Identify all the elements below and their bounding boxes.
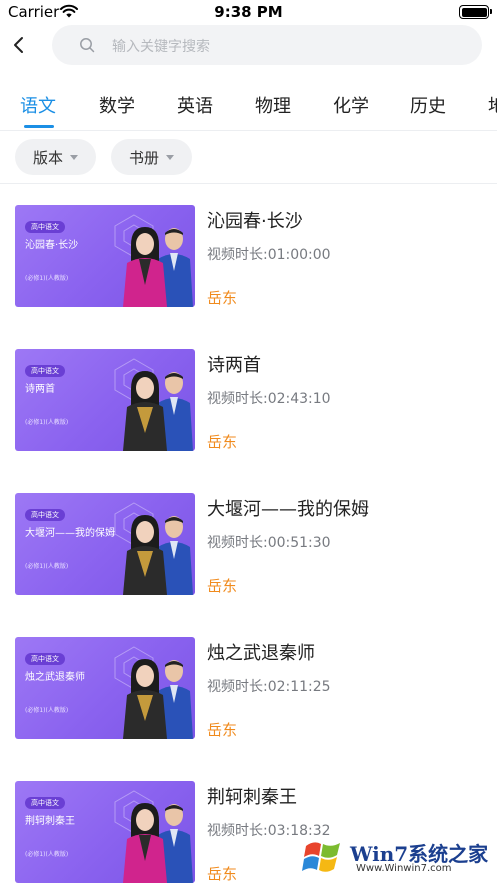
- tab-history[interactable]: 历史: [410, 92, 446, 118]
- course-duration: 视频时长:02:11:25: [207, 679, 331, 695]
- course-item[interactable]: 高中语文 烛之武退秦师 (必修1)(人教版) 烛之武退秦师 视频时长:02:11…: [0, 616, 497, 760]
- teacher-figure: [123, 371, 167, 451]
- windows-logo-icon: [302, 842, 340, 872]
- tab-physics[interactable]: 物理: [255, 92, 291, 118]
- course-duration: 视频时长:01:00:00: [207, 247, 331, 263]
- thumb-badge: 高中语文: [25, 221, 65, 233]
- course-thumbnail: 高中语文 大堰河——我的保姆 (必修1)(人教版): [15, 493, 195, 595]
- course-duration: 视频时长:02:43:10: [207, 391, 331, 407]
- edition-filter-button[interactable]: 版本: [15, 139, 96, 175]
- edition-filter-label: 版本: [32, 148, 63, 167]
- course-title: 烛之武退秦师: [207, 643, 315, 664]
- thumb-title: 烛之武退秦师: [25, 672, 85, 683]
- course-thumbnail: 高中语文 沁园春·长沙 (必修1)(人教版): [15, 205, 195, 307]
- course-title: 沁园春·长沙: [207, 211, 303, 232]
- teacher-figure: [123, 803, 167, 883]
- tab-chemistry[interactable]: 化学: [333, 92, 369, 118]
- thumb-title: 诗两首: [25, 384, 55, 395]
- thumb-subtitle: (必修1)(人教版): [25, 851, 69, 858]
- caret-down-icon: [70, 154, 78, 160]
- thumb-subtitle: (必修1)(人教版): [25, 419, 69, 426]
- back-button[interactable]: [8, 34, 30, 56]
- status-bar: Carrier 9:38 PM: [0, 0, 497, 26]
- active-tab-indicator: [24, 125, 54, 128]
- course-thumbnail: 高中语文 荆轲刺秦王 (必修1)(人教版): [15, 781, 195, 883]
- tab-english[interactable]: 英语: [177, 92, 213, 118]
- course-thumbnail: 高中语文 烛之武退秦师 (必修1)(人教版): [15, 637, 195, 739]
- course-item[interactable]: 高中语文 诗两首 (必修1)(人教版) 诗两首 视频时长:02:43:10 岳东: [0, 328, 497, 472]
- tab-geography[interactable]: 地: [488, 92, 497, 118]
- battery-icon: [459, 5, 492, 19]
- tab-math[interactable]: 数学: [99, 92, 135, 118]
- thumb-badge: 高中语文: [25, 653, 65, 665]
- watermark-url: Www.Winwin7.com: [356, 863, 452, 874]
- clock: 9:38 PM: [214, 3, 283, 21]
- thumb-title: 荆轲刺秦王: [25, 816, 75, 827]
- tab-chinese[interactable]: 语文: [20, 92, 56, 118]
- thumb-subtitle: (必修1)(人教版): [25, 275, 69, 282]
- course-teacher: 岳东: [207, 721, 238, 739]
- thumb-subtitle: (必修1)(人教版): [25, 707, 69, 714]
- teacher-figure: [123, 515, 167, 595]
- course-duration: 视频时长:00:51:30: [207, 535, 331, 551]
- course-item[interactable]: 高中语文 沁园春·长沙 (必修1)(人教版) 沁园春·长沙 视频时长:01:00…: [0, 184, 497, 328]
- caret-down-icon: [166, 154, 174, 160]
- course-teacher: 岳东: [207, 433, 238, 451]
- thumb-badge: 高中语文: [25, 509, 65, 521]
- course-teacher: 岳东: [207, 865, 238, 883]
- thumb-subtitle: (必修1)(人教版): [25, 563, 69, 570]
- chevron-left-icon: [14, 37, 23, 53]
- watermark: Win7系统之家 Www.Winwin7.com: [300, 828, 497, 883]
- course-teacher: 岳东: [207, 577, 238, 595]
- thumb-badge: 高中语文: [25, 365, 65, 377]
- subject-tabs: 语文 数学 英语 物理 化学 历史 地: [0, 82, 497, 130]
- course-thumbnail: 高中语文 诗两首 (必修1)(人教版): [15, 349, 195, 451]
- teacher-figure: [123, 227, 167, 307]
- teacher-figure: [123, 659, 167, 739]
- search-placeholder: 输入关键字搜索: [112, 39, 210, 55]
- course-teacher: 岳东: [207, 289, 238, 307]
- thumb-title: 沁园春·长沙: [25, 240, 79, 251]
- divider: [0, 130, 497, 131]
- course-title: 荆轲刺秦王: [207, 787, 297, 808]
- course-item[interactable]: 高中语文 大堰河——我的保姆 (必修1)(人教版) 大堰河——我的保姆 视频时长…: [0, 472, 497, 616]
- volume-filter-button[interactable]: 书册: [111, 139, 192, 175]
- thumb-title: 大堰河——我的保姆: [25, 528, 115, 539]
- volume-filter-label: 书册: [128, 148, 159, 167]
- thumb-badge: 高中语文: [25, 797, 65, 809]
- search-input[interactable]: 输入关键字搜索: [52, 25, 482, 65]
- course-title: 大堰河——我的保姆: [207, 499, 369, 520]
- search-icon: [80, 38, 95, 53]
- course-title: 诗两首: [207, 355, 261, 376]
